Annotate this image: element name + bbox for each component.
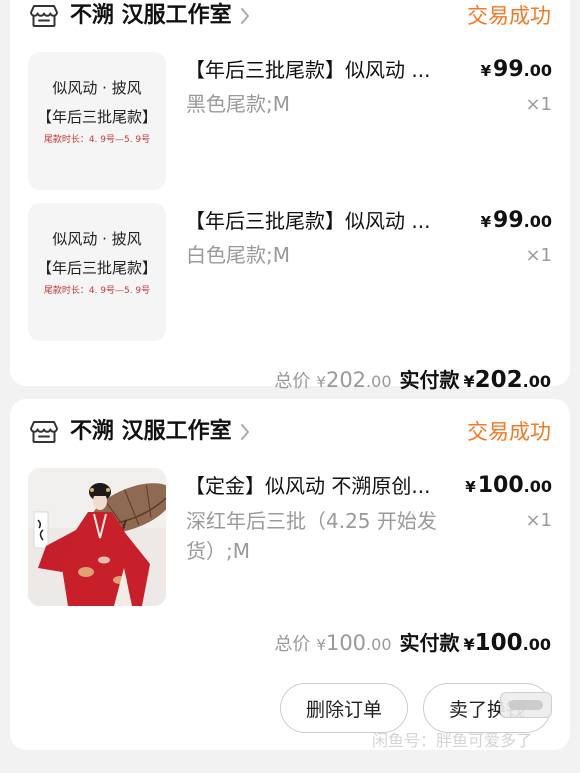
total-label: 总价 [274,634,311,655]
price-integer: 100 [477,473,524,498]
store-icon [30,4,58,28]
product-sku: 深红年后三批（4.25 开始发货）;M [186,509,437,563]
paid-amount: 实付款 ¥202.00 [400,364,552,393]
thumbnail-caption: 【年后三批尾款】 [36,108,157,126]
total-price: 总价 ¥202.00 [274,367,391,393]
shop-header[interactable]: 不溯 汉服工作室 [30,417,250,447]
chevron-right-icon [240,423,250,441]
currency-symbol: ¥ [463,635,475,654]
product-title: 【定金】似风动 不溯原创... [185,474,431,498]
currency-symbol: ¥ [465,478,476,496]
price-decimal: .00 [523,61,552,80]
product-photo [28,468,166,606]
product-title: 【年后三批尾款】似风动 ... [185,58,431,82]
price-decimal: .00 [523,477,552,496]
price-integer: 99 [493,208,524,233]
order-list-page: 不溯 汉服工作室 交易成功 似风动 · 披风 【年后三批尾款】 尾款时长：4. … [0,0,580,773]
product-sku: 白色尾款;M [186,243,290,267]
total-decimal: .00 [366,372,392,391]
item-price: ¥100.00 [465,472,552,501]
product-thumbnail: 似风动 · 披风 【年后三批尾款】 尾款时长：4. 9号—5. 9号 [28,203,166,341]
paid-label: 实付款 [399,631,460,655]
order-item[interactable]: 似风动 · 披风 【年后三批尾款】 尾款时长：4. 9号—5. 9号 【年后三批… [28,52,552,190]
currency-symbol: ¥ [463,372,475,391]
paid-decimal: .00 [522,372,551,391]
thumbnail-caption: 似风动 · 披风 [52,79,142,97]
thumbnail-caption: 似风动 · 披风 [52,230,142,248]
thumbnail-caption-note: 尾款时长：4. 9号—5. 9号 [43,286,151,296]
total-decimal: .00 [366,635,392,654]
paid-integer: 202 [474,367,523,393]
product-thumbnail: 似风动 · 披风 【年后三批尾款】 尾款时长：4. 9号—5. 9号 [28,52,166,190]
order-item[interactable]: 似风动 · 披风 【年后三批尾款】 尾款时长：4. 9号—5. 9号 【年后三批… [28,203,552,341]
total-label: 总价 [274,371,311,392]
order-card: 不溯 汉服工作室 交易成功 【定金】似风动 不溯原创... ¥100.00 深红… [10,399,570,750]
order-card: 不溯 汉服工作室 交易成功 似风动 · 披风 【年后三批尾款】 尾款时长：4. … [10,0,570,393]
shop-name: 不溯 汉服工作室 [70,419,232,444]
currency-symbol: ¥ [480,213,492,231]
paid-decimal: .00 [522,635,551,654]
watermark-text: 闲鱼号：胖鱼可爱多了 [372,731,533,750]
watermark-logo [500,692,552,718]
shop-name: 不溯 汉服工作室 [70,3,232,28]
product-title: 【年后三批尾款】似风动 ... [185,209,431,233]
delete-order-button[interactable]: 删除订单 [280,683,408,733]
order-totals: 总价 ¥100.00 实付款 ¥100.00 [274,627,552,656]
item-price: ¥99.00 [481,207,552,236]
paid-label: 实付款 [399,368,460,392]
chevron-right-icon [240,7,250,25]
currency-symbol: ¥ [316,373,326,391]
store-icon [30,420,58,444]
order-status: 交易成功 [467,4,551,28]
item-quantity: ×1 [525,94,552,115]
order-item[interactable]: 【定金】似风动 不溯原创... ¥100.00 深红年后三批（4.25 开始发货… [28,468,552,606]
currency-symbol: ¥ [480,62,492,80]
order-totals: 总价 ¥202.00 实付款 ¥202.00 [274,364,552,393]
currency-symbol: ¥ [316,636,326,654]
thumbnail-caption-note: 尾款时长：4. 9号—5. 9号 [43,135,151,145]
watermark-logo-mark [509,700,543,710]
thumbnail-caption: 【年后三批尾款】 [36,259,157,277]
total-integer: 202 [325,368,367,392]
total-price: 总价 ¥100.00 [274,630,391,656]
item-quantity: ×1 [525,245,552,266]
paid-integer: 100 [474,630,523,656]
shop-header[interactable]: 不溯 汉服工作室 [30,1,250,31]
price-decimal: .00 [523,212,552,231]
price-integer: 99 [493,57,524,82]
total-integer: 100 [325,631,367,655]
item-quantity: ×1 [525,510,552,531]
item-price: ¥99.00 [481,56,552,85]
product-sku: 黑色尾款;M [186,92,290,116]
order-status: 交易成功 [467,420,551,444]
paid-amount: 实付款 ¥100.00 [400,627,552,656]
